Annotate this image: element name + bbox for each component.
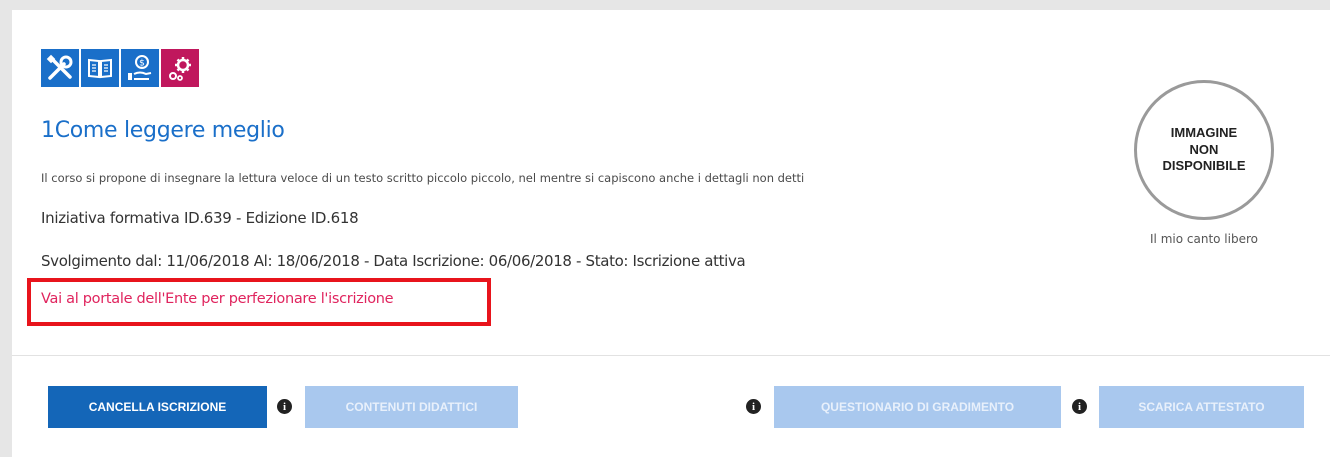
cancel-enrollment-button[interactable]: CANCELLA ISCRIZIONE [48, 386, 267, 428]
course-card: $ 1Come leggere meglio Il corso si propo… [12, 10, 1330, 457]
info-icon[interactable]: i [277, 399, 292, 414]
initiative-info: Iniziativa formativa ID.639 - Edizione I… [41, 209, 359, 227]
image-caption: Il mio canto libero [1150, 232, 1258, 246]
schedule-info: Svolgimento dal: 11/06/2018 Al: 18/06/20… [41, 252, 746, 270]
survey-button[interactable]: QUESTIONARIO DI GRADIMENTO [774, 386, 1061, 428]
placeholder-line-3: DISPONIBILE [1162, 158, 1246, 174]
money-hand-icon: $ [121, 49, 159, 87]
info-icon[interactable]: i [1072, 399, 1087, 414]
placeholder-line-1: IMMAGINE [1170, 124, 1238, 140]
course-description: Il corso si propone di insegnare la lett… [41, 171, 805, 185]
svg-text:$: $ [139, 59, 145, 69]
course-title: 1Come leggere meglio [41, 118, 285, 143]
info-icon[interactable]: i [746, 399, 761, 414]
download-certificate-button[interactable]: SCARICA ATTESTATO [1099, 386, 1304, 428]
highlight-box [27, 278, 491, 326]
tools-icon [41, 49, 79, 87]
course-image-placeholder: IMMAGINE NON DISPONIBILE [1134, 80, 1274, 220]
course-content-button[interactable]: CONTENUTI DIDATTICI [305, 386, 518, 428]
divider [12, 355, 1330, 356]
gears-icon [161, 49, 199, 87]
placeholder-line-2: NON [1189, 141, 1219, 157]
category-icons: $ [41, 49, 199, 87]
book-icon [81, 49, 119, 87]
